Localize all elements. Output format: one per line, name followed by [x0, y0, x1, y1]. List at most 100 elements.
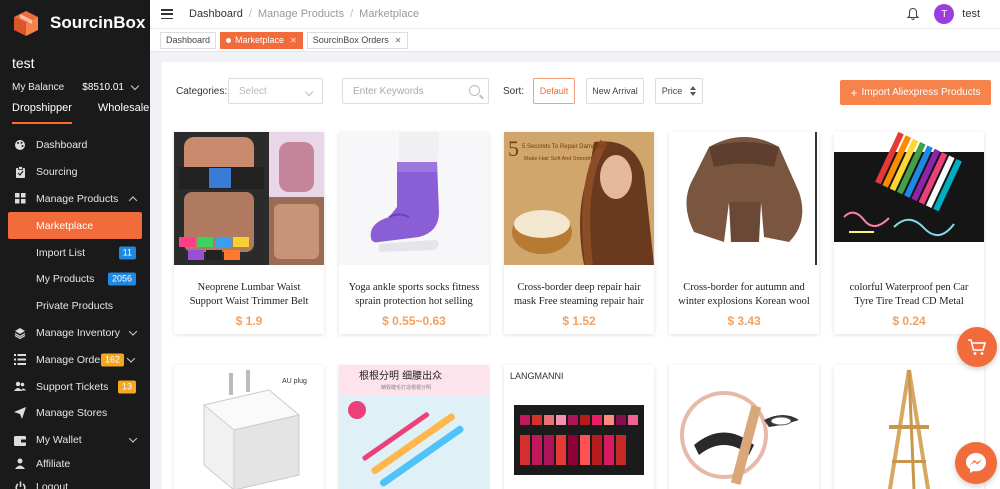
users-icon	[14, 381, 26, 393]
header-username[interactable]: test	[962, 8, 980, 20]
product-card[interactable]: 根根分明 细腰出众 精致睫毛打造根根分明	[339, 365, 489, 489]
product-image[interactable]	[669, 365, 819, 489]
sidebar-item-logout[interactable]: Logout	[0, 474, 150, 489]
tab-marketplace[interactable]: Marketplace ✕	[220, 31, 303, 49]
plus-icon: +	[850, 85, 858, 100]
palette-icon	[14, 139, 26, 151]
sidebar-item-my-products[interactable]: My Products 2056	[0, 266, 150, 293]
bell-icon[interactable]	[906, 7, 920, 21]
product-title[interactable]: Yoga ankle sports socks fitness sprain p…	[339, 281, 489, 309]
hair-mask-sub: Make Hair Soft And Smooth	[524, 156, 592, 162]
sidebar-item-manage-inventory[interactable]: Manage Inventory	[0, 320, 150, 347]
balance-row[interactable]: My Balance $8510.01	[0, 76, 150, 96]
breadcrumb: Dashboard / Manage Products / Marketplac…	[189, 8, 420, 20]
product-price: $ 0.55~0.63	[382, 314, 446, 328]
tab-sourcinbox-orders[interactable]: SourcinBox Orders ✕	[306, 31, 408, 49]
sort-price-label: Price	[661, 86, 683, 96]
count-badge: 2056	[107, 272, 136, 286]
breadcrumb-item[interactable]: Dashboard	[189, 8, 243, 20]
menu-toggle-icon[interactable]	[161, 9, 173, 19]
product-image[interactable]	[669, 132, 819, 265]
sidebar: SourcinBox test My Balance $8510.01 Drop…	[0, 0, 150, 489]
product-image[interactable]: LANGMANNI	[504, 365, 654, 489]
close-icon[interactable]: ✕	[290, 36, 297, 45]
sidebar-item-support-tickets[interactable]: Support Tickets 13	[0, 373, 150, 400]
product-card[interactable]: AU plug	[174, 365, 324, 489]
product-image[interactable]: 根根分明 细腰出众 精致睫毛打造根根分明	[339, 365, 489, 489]
top-header: Dashboard / Manage Products / Marketplac…	[150, 0, 1000, 28]
count-badge: 162	[100, 353, 124, 367]
breadcrumb-item[interactable]: Manage Products	[258, 8, 344, 20]
avatar[interactable]: T	[934, 4, 955, 24]
sidebar-item-import-list[interactable]: Import List 11	[0, 239, 150, 266]
tab-label: Dashboard	[166, 35, 211, 45]
sort-new-arrival-button[interactable]: New Arrival	[586, 78, 644, 104]
user-icon	[14, 458, 26, 470]
tab-label: Marketplace	[235, 35, 285, 45]
sidebar-item-dashboard[interactable]: Dashboard	[0, 132, 150, 159]
chevron-down-icon	[130, 81, 140, 90]
product-card[interactable]	[669, 365, 819, 489]
sidebar-item-manage-orders[interactable]: Manage Orders 162	[0, 346, 150, 373]
sidebar-menu: Dashboard Sourcing Manage Products Marke…	[0, 132, 150, 489]
layers-icon	[14, 327, 26, 339]
sidebar-item-my-wallet[interactable]: My Wallet	[0, 427, 150, 454]
cart-button[interactable]	[957, 327, 997, 367]
product-card[interactable]: LANGMANNI	[504, 365, 654, 489]
keyword-placeholder: Enter Keywords	[353, 86, 424, 97]
sidebar-username: test	[12, 55, 35, 71]
brand-text: LANGMANNI	[510, 371, 564, 381]
role-tab-wholesaler[interactable]: Wholesaler	[98, 102, 150, 124]
sidebar-item-sourcing[interactable]: Sourcing	[0, 159, 150, 186]
product-card[interactable]: Cross-border for autumn and winter explo…	[669, 132, 819, 334]
count-badge: 13	[117, 380, 136, 394]
sidebar-item-label: Manage Orders	[36, 353, 109, 366]
keyword-search-input[interactable]: Enter Keywords	[342, 78, 489, 104]
product-title[interactable]: Cross-border for autumn and winter explo…	[669, 281, 819, 309]
product-image[interactable]	[339, 132, 489, 265]
count-badge: 11	[118, 246, 136, 260]
sidebar-item-affiliate[interactable]: Affiliate	[0, 454, 150, 474]
product-image[interactable]: AU plug	[174, 365, 324, 489]
product-card[interactable]: 5 5 Seconds To Repair Damaged Hair Make …	[504, 132, 654, 334]
product-title[interactable]: colorful Waterproof pen Car Tyre Tire Tr…	[834, 281, 984, 309]
product-title[interactable]: Cross-border deep repair hair mask Free …	[504, 281, 654, 309]
product-card[interactable]: Neoprene Lumbar Waist Support Waist Trim…	[174, 132, 324, 334]
messenger-button[interactable]	[955, 442, 997, 484]
balance-label: My Balance	[12, 81, 65, 93]
hair-mask-number: 5	[508, 136, 519, 161]
sort-default-button[interactable]: Default	[533, 78, 575, 104]
import-aliexpress-button[interactable]: + Import Aliexpress Products	[840, 80, 991, 105]
categories-select[interactable]: Select	[228, 78, 323, 104]
hair-mask-text: 5 Seconds To Repair Damaged Hair	[522, 144, 618, 150]
sidebar-item-marketplace[interactable]: Marketplace	[8, 212, 142, 240]
role-tab-dropshipper[interactable]: Dropshipper	[12, 102, 72, 124]
product-price: $ 1.52	[562, 314, 596, 328]
sidebar-item-label: Marketplace	[36, 219, 94, 232]
sort-price-button[interactable]: Price	[655, 78, 703, 104]
product-image[interactable]	[174, 132, 324, 265]
close-icon[interactable]: ✕	[395, 36, 402, 45]
sort-arrows-icon	[690, 86, 697, 96]
product-card[interactable]: Yoga ankle sports socks fitness sprain p…	[339, 132, 489, 334]
sort-default-label: Default	[539, 86, 569, 96]
plug-label: AU plug	[282, 378, 307, 385]
tab-dashboard[interactable]: Dashboard	[160, 31, 217, 49]
sidebar-item-private-products[interactable]: Private Products	[0, 293, 150, 320]
box-logo-icon	[14, 11, 38, 36]
sidebar-item-label: Manage Inventory	[36, 326, 121, 339]
search-icon[interactable]	[469, 85, 480, 96]
sidebar-item-manage-products[interactable]: Manage Products	[0, 186, 150, 213]
product-image[interactable]: 5 5 Seconds To Repair Damaged Hair Make …	[504, 132, 654, 265]
sidebar-item-label: Affiliate	[36, 457, 71, 470]
product-card[interactable]: colorful Waterproof pen Car Tyre Tire Tr…	[834, 132, 984, 334]
brand[interactable]: SourcinBox	[0, 0, 150, 46]
sidebar-item-manage-stores[interactable]: Manage Stores	[0, 400, 150, 427]
wallet-icon	[14, 434, 26, 446]
categories-label: Categories:	[176, 86, 228, 97]
product-image[interactable]	[834, 132, 984, 265]
product-title[interactable]: Neoprene Lumbar Waist Support Waist Trim…	[174, 281, 324, 309]
cosmetic-title: 根根分明 细腰出众	[359, 369, 442, 382]
chevron-up-icon	[128, 196, 138, 205]
cart-icon	[968, 339, 987, 355]
